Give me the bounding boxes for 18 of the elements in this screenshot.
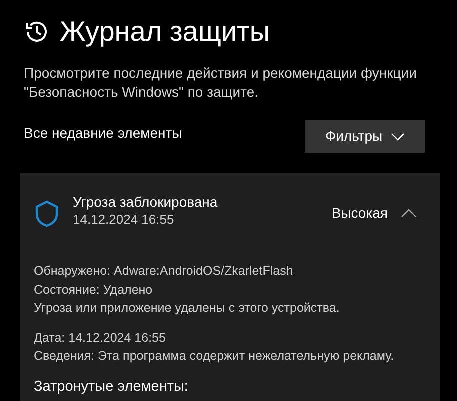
event-time: 14.12.2024 16:55 xyxy=(73,211,176,229)
detail-line: Дата: 14.12.2024 16:55 xyxy=(34,330,167,346)
chevron-down-icon xyxy=(390,132,405,140)
detail-line: Сведения: Эта программа содержит нежелательную рекламу. xyxy=(34,348,396,365)
severity-label: Высокая xyxy=(332,204,388,223)
history-icon xyxy=(24,19,50,45)
affected-heading: Затронутые элементы: xyxy=(34,378,190,396)
filters-button[interactable]: Фильтры xyxy=(305,120,425,153)
page-title: Журнал защиты xyxy=(60,15,270,49)
page-description: Просмотрите последние действия и рекомендации функции "Безопасность Windows" по защите. xyxy=(24,64,418,102)
collapse-button[interactable] xyxy=(400,208,418,218)
detail-line: Угроза или приложение удалены с этого устройства. xyxy=(34,300,341,317)
list-label: Все недавние элементы xyxy=(24,124,182,143)
event-title: Угроза заблокирована xyxy=(73,193,218,211)
detail-line: Обнаружено: Adware:AndroidOS/ZkarletFlash xyxy=(34,263,294,280)
chevron-up-icon xyxy=(401,208,417,218)
shield-icon xyxy=(34,200,60,228)
detail-line: Состояние: Удалено xyxy=(34,282,154,298)
